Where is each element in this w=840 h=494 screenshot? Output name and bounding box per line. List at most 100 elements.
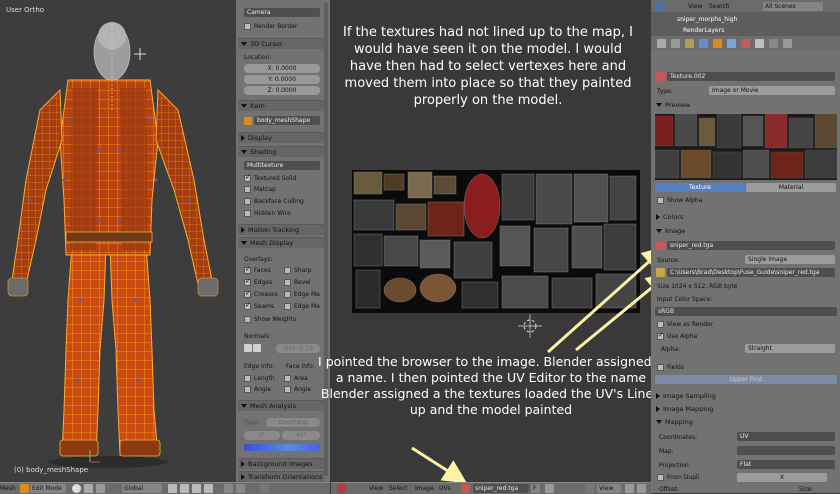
image-filepath-field[interactable]: C:\Users\Brad\Desktop\Fuse_Guide\sniper_…	[667, 268, 835, 277]
upper-first-toggle[interactable]: Upper First	[655, 375, 837, 384]
material-tab-icon[interactable]	[741, 39, 750, 48]
color-space-dropdown[interactable]: sRGB	[655, 307, 837, 316]
3d-viewport[interactable]: User Ortho (0) body_meshShape	[0, 0, 236, 482]
fields-checkbox[interactable]	[657, 364, 664, 371]
texture-tab-icon[interactable]	[755, 39, 764, 48]
seams-checkbox[interactable]	[244, 301, 251, 310]
matcap-checkbox[interactable]	[244, 186, 251, 193]
editor-type-icon[interactable]	[655, 2, 664, 11]
section-item[interactable]: Item	[238, 100, 324, 111]
bevel-checkbox[interactable]	[284, 279, 291, 286]
image-unlink-icon[interactable]	[545, 484, 554, 493]
render-border-checkbox[interactable]	[244, 23, 251, 30]
edge-angle-checkbox[interactable]	[244, 386, 251, 393]
section-preview[interactable]: Preview	[653, 100, 836, 110]
shading-mode-dropdown[interactable]: Multitexture	[244, 161, 320, 170]
analysis-type-dropdown[interactable]: Overhang	[266, 418, 320, 427]
face-normal-icon[interactable]	[253, 344, 261, 352]
axis-x-dropdown[interactable]: X	[737, 473, 827, 482]
view-mode-dropdown[interactable]: View	[597, 484, 621, 493]
image-datablock-icon[interactable]	[656, 241, 665, 250]
section-display[interactable]: Display	[238, 132, 324, 143]
manipulator-icon[interactable]	[96, 484, 105, 493]
hidden-wire-checkbox[interactable]	[244, 210, 251, 217]
orientation-dropdown[interactable]: Global	[122, 484, 162, 493]
uv-menu-select[interactable]: Select	[389, 484, 408, 493]
normal-size-field[interactable]: Size: 0.10	[276, 344, 320, 353]
sharp-checkbox[interactable]	[284, 267, 291, 274]
analysis-min-field[interactable]: 0°	[244, 431, 280, 440]
mesh-menu[interactable]: Mesh	[0, 484, 16, 493]
uv-sync-icon[interactable]	[625, 484, 634, 493]
render-icon[interactable]	[260, 484, 269, 493]
faces-checkbox[interactable]	[244, 265, 251, 274]
view-as-render-checkbox[interactable]	[657, 321, 664, 328]
vertex-select-icon[interactable]	[180, 484, 189, 493]
section-shading[interactable]: Shading	[238, 146, 324, 157]
uv-texture-image[interactable]	[352, 170, 640, 313]
section-colors[interactable]: Colors	[653, 212, 836, 222]
item-name-field[interactable]: body_meshShape	[254, 116, 320, 125]
section-background-images[interactable]: Background Images	[238, 458, 324, 469]
coordinates-dropdown[interactable]: UV	[737, 432, 835, 441]
creases-checkbox[interactable]	[244, 289, 251, 298]
texture-type-dropdown[interactable]: Image or Movie	[709, 86, 835, 95]
preview-material-tab[interactable]: Material	[746, 183, 836, 192]
camera-field[interactable]: Camera	[244, 8, 320, 17]
editor-type-icon[interactable]	[337, 484, 346, 493]
section-3d-cursor[interactable]: 3D Cursor	[238, 38, 324, 49]
particles-tab-icon[interactable]	[769, 39, 778, 48]
uv-menu-uvs[interactable]: UVs	[439, 484, 451, 493]
show-weights-checkbox[interactable]	[244, 316, 251, 323]
image-fake-user-button[interactable]: F	[531, 484, 540, 493]
vertex-normal-icon[interactable]	[244, 344, 252, 352]
textured-solid-checkbox[interactable]	[244, 173, 251, 182]
outliner-object[interactable]: sniper_morphs_high	[677, 16, 737, 23]
snap-icon[interactable]	[224, 484, 233, 493]
alpha-mode-dropdown[interactable]: Straight	[745, 344, 835, 353]
edges-checkbox[interactable]	[244, 277, 251, 286]
preview-texture-tab[interactable]: Texture	[655, 183, 745, 192]
section-motion-tracking[interactable]: Motion Tracking	[238, 224, 324, 235]
image-pin-icon[interactable]	[585, 484, 594, 493]
uv-map-field[interactable]	[737, 446, 835, 455]
section-transform-orientations[interactable]: Transform Orientations	[238, 471, 324, 482]
scene-filter-dropdown[interactable]: All Scenes	[763, 2, 823, 11]
backface-checkbox[interactable]	[244, 198, 251, 205]
image-name-field[interactable]: sniper_red.tga	[667, 241, 835, 250]
menu-view[interactable]: View	[688, 2, 702, 11]
length-checkbox[interactable]	[244, 375, 251, 382]
face-angle-checkbox[interactable]	[284, 386, 291, 393]
edge-marks-checkbox[interactable]	[284, 291, 291, 298]
edge-select-icon[interactable]	[192, 484, 201, 493]
menu-search[interactable]: Search	[709, 2, 730, 11]
edge-marks2-checkbox[interactable]	[284, 303, 291, 310]
cursor-x-field[interactable]: X: 0.0000	[244, 64, 320, 73]
from-dupli-checkbox[interactable]	[657, 474, 664, 481]
use-alpha-checkbox[interactable]	[657, 331, 664, 340]
section-mesh-display[interactable]: Mesh Display	[238, 237, 324, 248]
proportional-edit-icon[interactable]	[236, 484, 245, 493]
section-mapping[interactable]: Mapping	[653, 417, 836, 427]
physics-tab-icon[interactable]	[783, 39, 792, 48]
image-browse-icon[interactable]	[461, 484, 470, 493]
source-dropdown[interactable]: Single Image	[745, 255, 835, 264]
outliner-renderlayers[interactable]: RenderLayers	[683, 27, 724, 34]
section-image-sampling[interactable]: Image Sampling	[653, 391, 836, 401]
file-browse-icon[interactable]	[656, 268, 665, 277]
world-tab-icon[interactable]	[699, 39, 708, 48]
layer-icon[interactable]	[168, 484, 177, 493]
face-select-icon[interactable]	[204, 484, 213, 493]
modifier-tab-icon[interactable]	[727, 39, 736, 48]
character-mesh[interactable]	[0, 0, 236, 482]
area-checkbox[interactable]	[284, 375, 291, 382]
layers-tab-icon[interactable]	[671, 39, 680, 48]
section-mesh-analysis[interactable]: Mesh Analysis	[238, 400, 324, 411]
mode-dropdown[interactable]: Edit Mode	[30, 484, 66, 493]
viewport-shading-icon[interactable]	[72, 484, 81, 493]
analysis-max-field[interactable]: 45°	[282, 431, 320, 440]
uv-menu-image[interactable]: Image	[415, 484, 434, 493]
uv-menu-view[interactable]: View	[369, 484, 383, 493]
show-alpha-checkbox[interactable]	[657, 197, 664, 204]
image-selector-field[interactable]: sniper_red.tga	[473, 484, 529, 493]
